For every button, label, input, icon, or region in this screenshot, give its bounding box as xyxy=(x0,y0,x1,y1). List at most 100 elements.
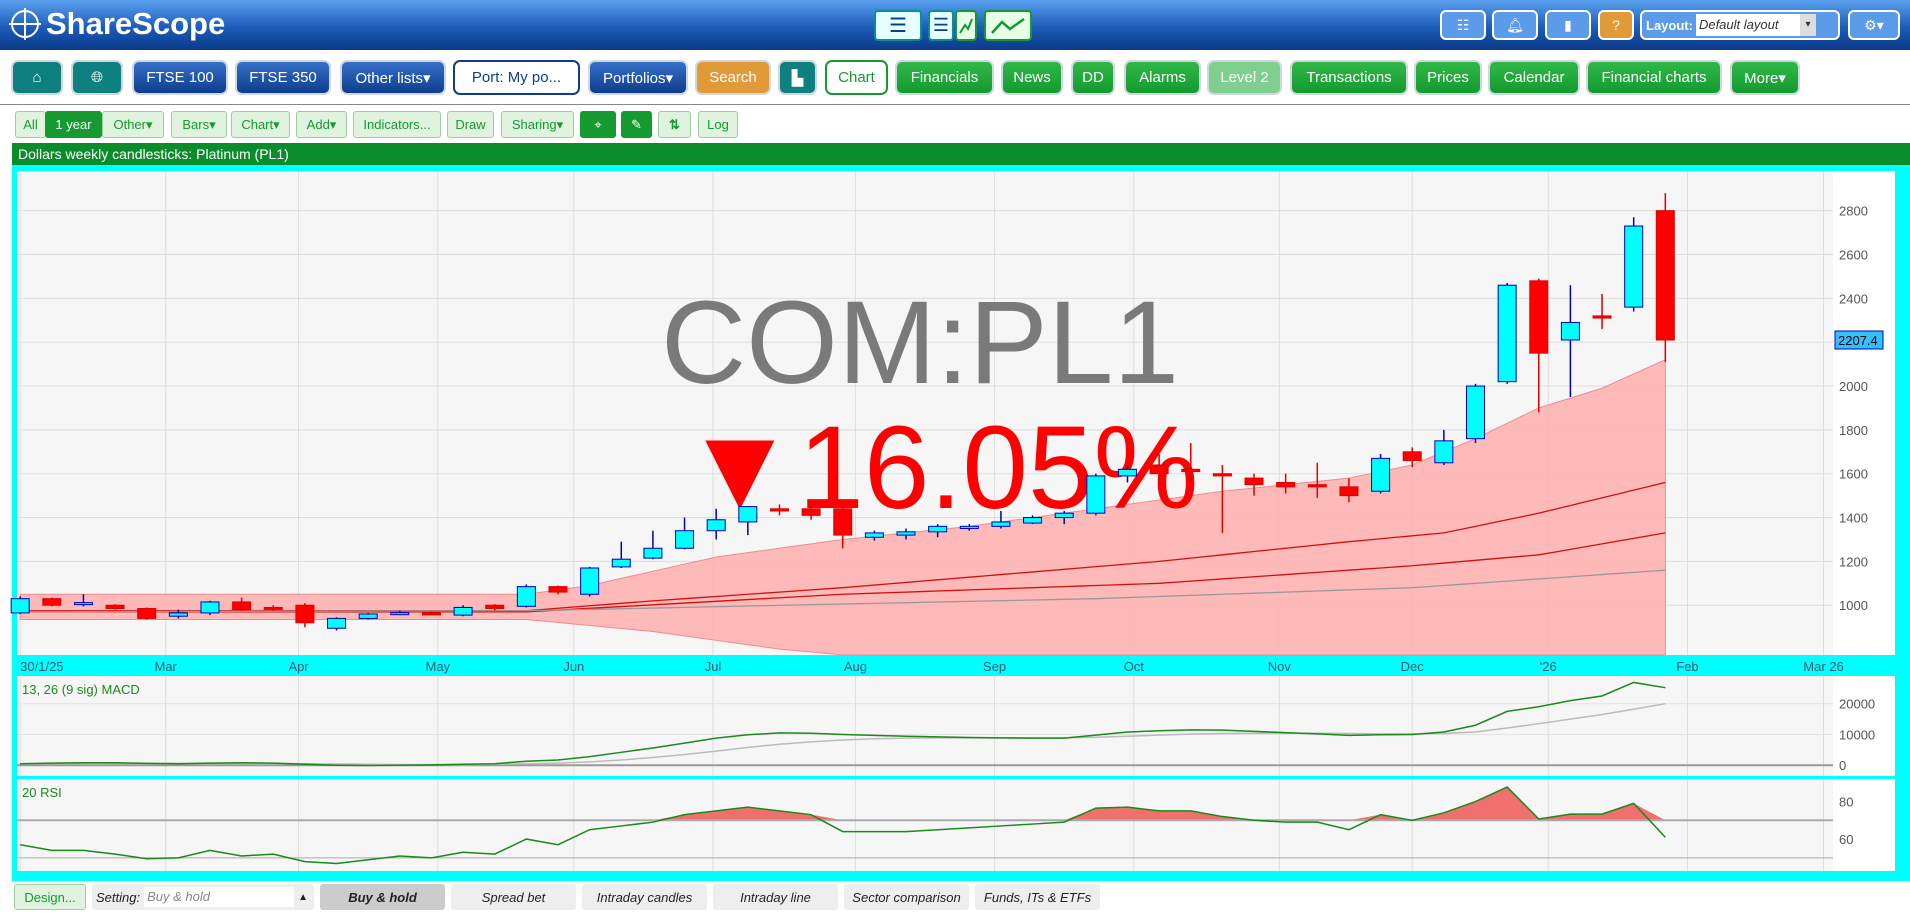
candle-body xyxy=(1465,385,1485,440)
setting-label: Setting: xyxy=(96,889,141,905)
x-axis-label: Oct xyxy=(1124,659,1145,674)
candle-body xyxy=(896,531,916,536)
preset-sector-comparison[interactable]: Sector comparison xyxy=(844,884,969,910)
x-axis-label: Mar 26 xyxy=(1803,659,1843,674)
candle-body xyxy=(1212,473,1232,477)
candle-body xyxy=(580,567,600,595)
candle-body xyxy=(453,606,473,616)
candle-body xyxy=(928,525,948,533)
candle-body xyxy=(1434,440,1454,464)
candle-body xyxy=(801,508,821,516)
candle-body xyxy=(10,598,30,614)
price-tick-label: 1000 xyxy=(1839,598,1868,613)
rsi-axis-panel xyxy=(1833,779,1895,871)
price-tick-label: 2000 xyxy=(1839,379,1868,394)
chart-area[interactable]: 1000120014001600180020002200240026002800… xyxy=(0,0,1910,915)
candle-body xyxy=(675,530,695,549)
watermark-symbol: COM:PL1 xyxy=(661,277,1179,409)
x-axis-label: Feb xyxy=(1676,659,1698,674)
candle-body xyxy=(1624,225,1644,308)
price-tick-label: 1800 xyxy=(1839,423,1868,438)
macd-tick-label: 0 xyxy=(1839,758,1846,773)
candle-body xyxy=(1276,481,1296,488)
candle-body xyxy=(1560,321,1580,341)
macd-panel xyxy=(17,676,1833,776)
macd-title: 13, 26 (9 sig) MACD xyxy=(22,682,140,697)
candle-body xyxy=(1307,484,1327,488)
design-button[interactable]: Design... xyxy=(14,884,86,910)
last-price-label: 2207.4 xyxy=(1838,333,1878,348)
candle-body xyxy=(1149,464,1169,475)
candle-body xyxy=(548,586,568,593)
candle-body xyxy=(1655,210,1675,341)
macd-tick-label: 20000 xyxy=(1839,697,1875,712)
price-tick-label: 2800 xyxy=(1839,204,1868,219)
candle-body xyxy=(421,612,441,616)
candle-body xyxy=(485,604,505,610)
candle-body xyxy=(991,521,1011,527)
price-tick-label: 2600 xyxy=(1839,248,1868,263)
candle-body xyxy=(73,602,93,606)
candle-body xyxy=(295,604,315,624)
candle-body xyxy=(1497,284,1517,383)
x-axis-label: Jul xyxy=(705,659,722,674)
candle-body xyxy=(327,617,347,629)
x-axis-label: '26 xyxy=(1540,659,1557,674)
candle-body xyxy=(1117,468,1137,477)
candle-body xyxy=(706,519,726,532)
candle-body xyxy=(263,606,283,610)
candle-body xyxy=(358,613,378,619)
candle-body xyxy=(1054,512,1074,519)
candle-body xyxy=(959,525,979,530)
candle-body xyxy=(1086,475,1106,514)
setting-field[interactable]: Setting: Buy & hold ▲ xyxy=(92,884,314,910)
price-axis-panel xyxy=(1833,171,1895,655)
candle-body xyxy=(1339,486,1359,497)
x-axis-label: Dec xyxy=(1401,659,1425,674)
candle-body xyxy=(1023,517,1043,524)
candle-body xyxy=(769,508,789,512)
price-tick-label: 1600 xyxy=(1839,467,1868,482)
candle-body xyxy=(137,608,157,619)
candle-body xyxy=(833,508,853,536)
x-axis-label: Aug xyxy=(844,659,867,674)
macd-tick-label: 10000 xyxy=(1839,727,1875,742)
candle-body xyxy=(390,612,410,616)
candle-body xyxy=(42,598,62,606)
x-axis-label: Mar xyxy=(155,659,178,674)
chevron-up-icon: ▲ xyxy=(298,891,308,903)
setting-input[interactable]: Buy & hold xyxy=(144,887,295,907)
price-tick-label: 1400 xyxy=(1839,511,1868,526)
candle-body xyxy=(1181,468,1201,473)
x-axis-label: Apr xyxy=(288,659,309,674)
rsi-tick-label: 60 xyxy=(1839,832,1853,847)
rsi-title: 20 RSI xyxy=(22,785,62,800)
rsi-tick-label: 80 xyxy=(1839,795,1853,810)
candle-body xyxy=(232,601,252,611)
preset-funds[interactable]: Funds, ITs & ETFs xyxy=(975,884,1100,910)
candle-body xyxy=(864,532,884,538)
candle-body xyxy=(1529,280,1549,354)
candle-body xyxy=(168,612,188,617)
candle-body xyxy=(1371,457,1391,492)
candle-body xyxy=(1592,315,1612,319)
candle-body xyxy=(516,586,536,607)
candle-body xyxy=(1402,451,1422,462)
x-axis-label: 30/1/25 xyxy=(20,659,63,674)
candle-body xyxy=(1244,477,1264,486)
watermark-change: ▼16.05% xyxy=(682,402,1199,534)
candle-body xyxy=(611,558,631,568)
preset-buy-hold[interactable]: Buy & hold xyxy=(320,884,445,910)
candle-body xyxy=(738,506,758,523)
preset-intraday-line[interactable]: Intraday line xyxy=(713,884,838,910)
price-tick-label: 2400 xyxy=(1839,291,1868,306)
price-tick-label: 1200 xyxy=(1839,554,1868,569)
x-axis-label: Jun xyxy=(563,659,584,674)
x-axis-label: Sep xyxy=(983,659,1006,674)
candle-body xyxy=(643,547,663,559)
preset-intraday-candles[interactable]: Intraday candles xyxy=(582,884,707,910)
preset-spread-bet[interactable]: Spread bet xyxy=(451,884,576,910)
x-axis-label: May xyxy=(425,659,450,674)
candle-body xyxy=(105,604,125,610)
candle-body xyxy=(200,601,220,614)
